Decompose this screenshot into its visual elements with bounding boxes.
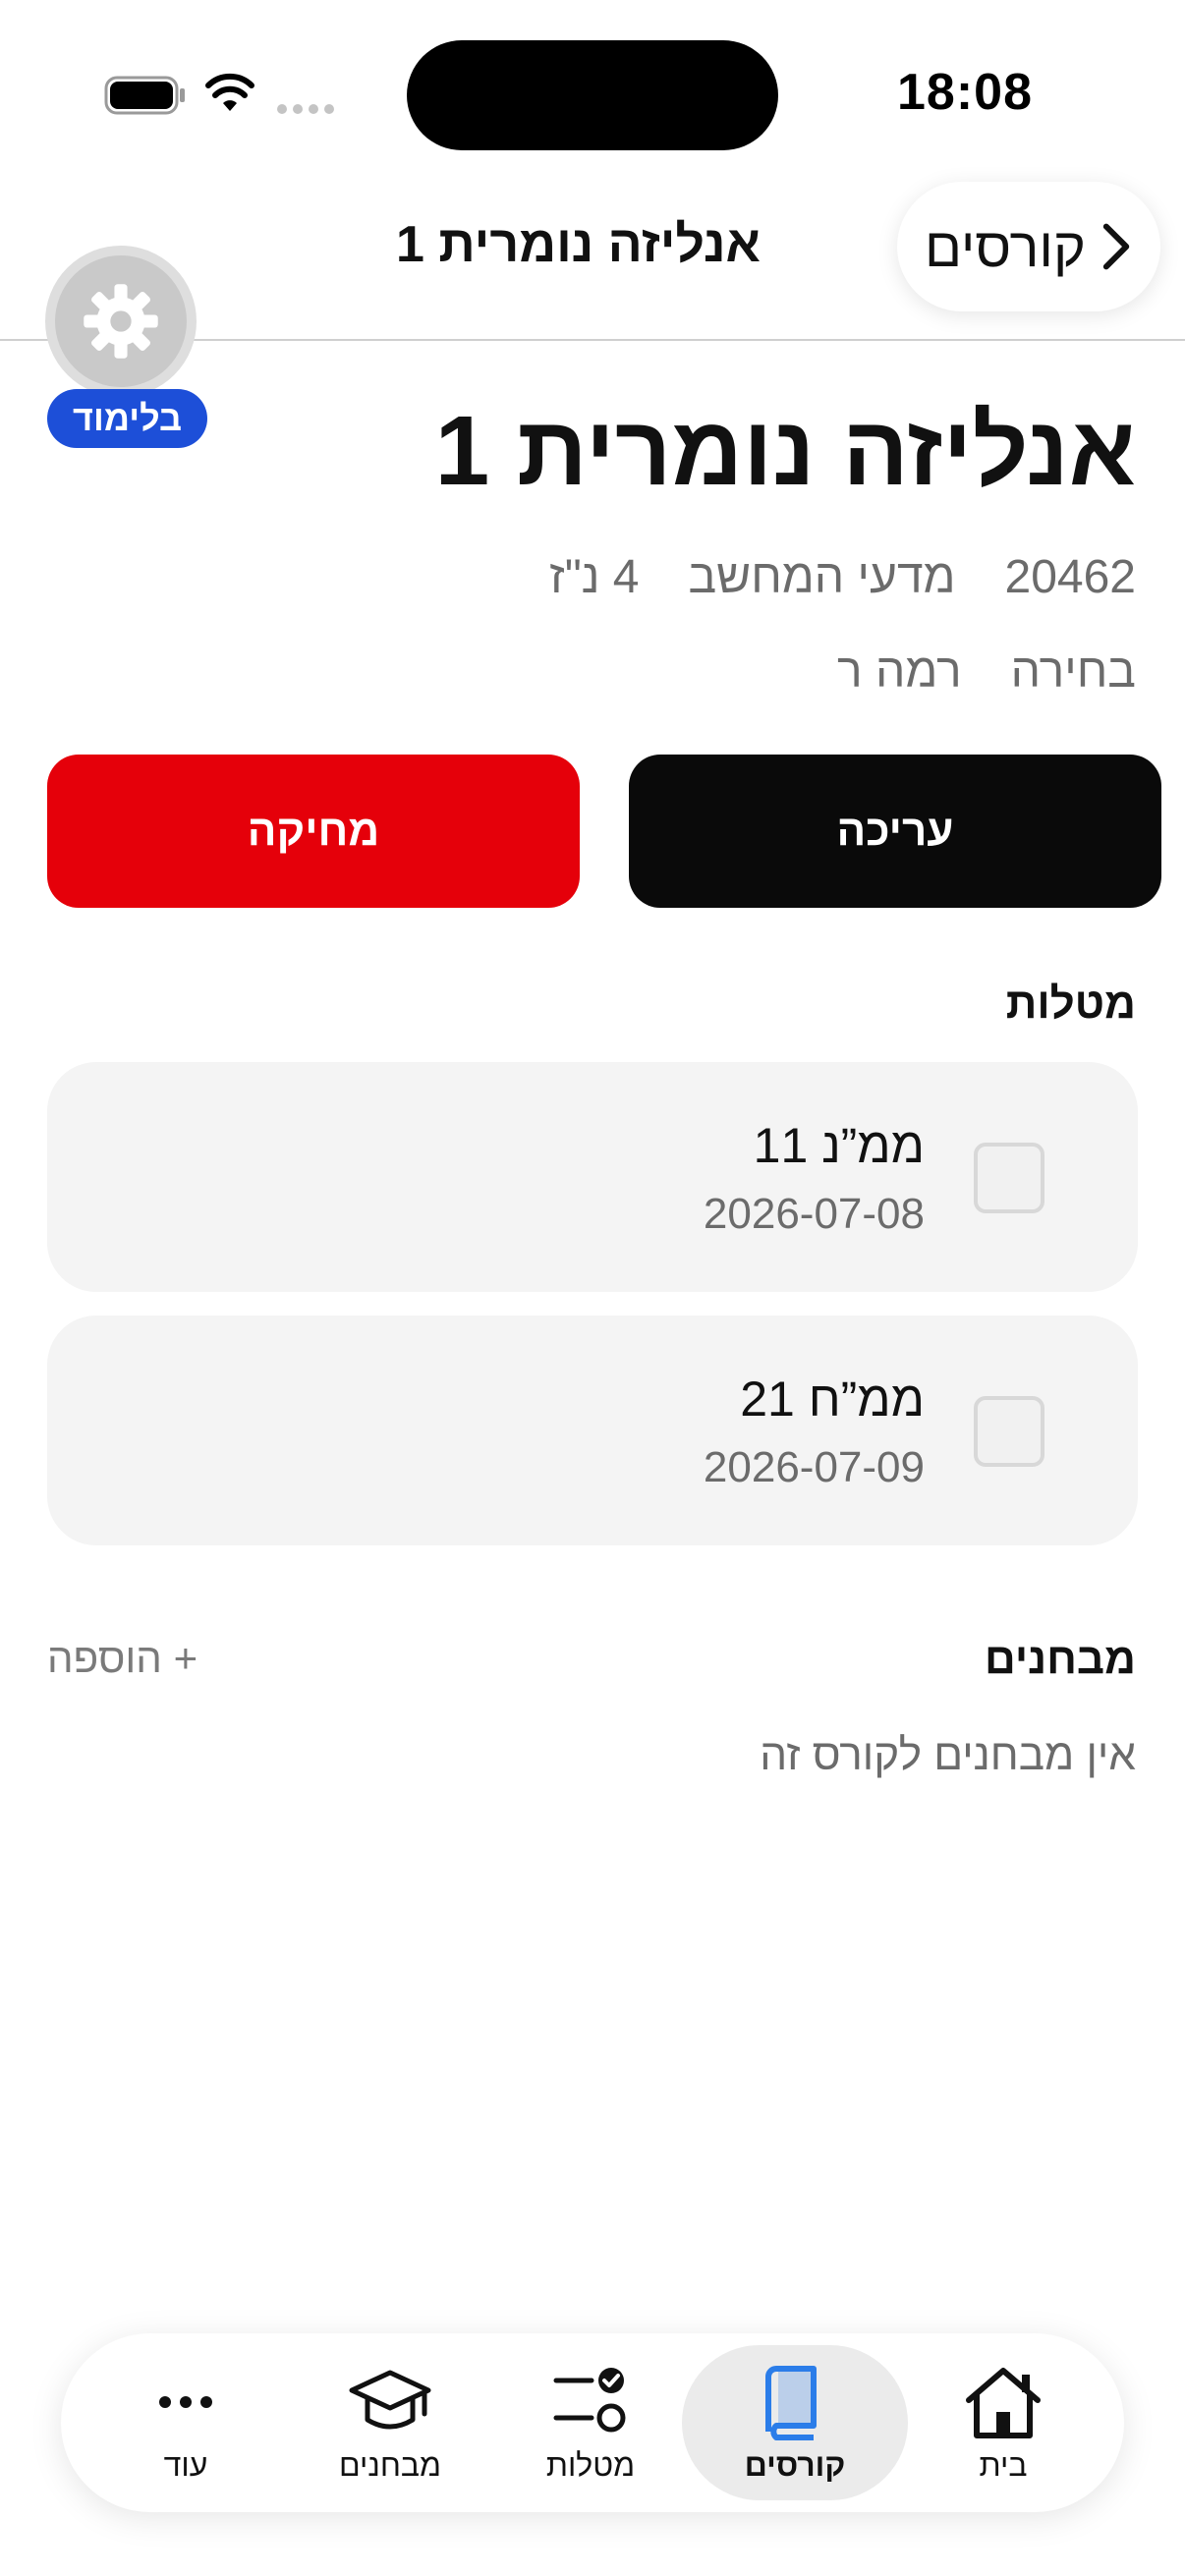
book-icon (765, 2365, 817, 2440)
battery-icon (104, 76, 185, 115)
tab-tasks[interactable]: מטלות (478, 2345, 704, 2500)
delete-button[interactable]: מחיקה (47, 755, 580, 908)
edit-button[interactable]: עריכה (629, 755, 1161, 908)
course-credits: 4 נ"ז (549, 551, 640, 603)
page-title: אנליזה נומרית 1 (434, 396, 1136, 506)
status-bar: 18:08 (0, 0, 1185, 187)
gear-icon (84, 284, 158, 359)
course-meta-row-2: בחירה רמה ר (837, 644, 1136, 699)
settings-button[interactable] (45, 246, 197, 397)
home-icon (966, 2367, 1041, 2438)
task-date: 2026-07-08 (703, 1190, 925, 1238)
tasks-section-title: מטלות (1005, 980, 1136, 1028)
exams-section-title: מבחנים (985, 1635, 1136, 1683)
exams-empty-message: אין מבחנים לקורס זה (760, 1731, 1136, 1779)
graduation-cap-icon (349, 2370, 431, 2429)
task-name: ממ”ח 21 (740, 1372, 925, 1427)
task-card[interactable]: ממ”ח 21 2026-07-09 (47, 1316, 1138, 1545)
status-time: 18:08 (897, 64, 1033, 121)
tab-home[interactable]: בית (890, 2345, 1116, 2500)
cellular-signal-icon (277, 104, 334, 114)
tab-label: קורסים (744, 2446, 846, 2483)
task-name: ממ”נ 11 (753, 1118, 925, 1173)
task-checkbox[interactable] (974, 1143, 1044, 1213)
course-level: רמה ר (837, 645, 962, 698)
task-card[interactable]: ממ”נ 11 2026-07-08 (47, 1062, 1138, 1292)
task-checkbox[interactable] (974, 1396, 1044, 1467)
add-exam-button[interactable]: + הוספה (47, 1635, 198, 1682)
nav-title: אנליזה נומרית 1 (396, 216, 761, 273)
course-type: בחירה (1010, 645, 1136, 698)
course-number: 20462 (1004, 551, 1136, 603)
tab-label: עוד (163, 2446, 208, 2483)
tab-label: מבחנים (338, 2446, 441, 2483)
more-icon (159, 2395, 212, 2408)
tasks-icon (553, 2367, 626, 2432)
tab-exams[interactable]: מבחנים (277, 2345, 503, 2500)
status-badge: בלימוד (47, 389, 208, 448)
tab-courses[interactable]: קורסים (682, 2345, 908, 2500)
chevron-right-icon (1102, 223, 1130, 270)
tab-bar: בית קורסים מטלות מבחנים עוד (61, 2333, 1124, 2512)
course-department: מדעי המחשב (688, 551, 956, 603)
course-meta-row: 20462 מדעי המחשב 4 נ"ז (549, 550, 1136, 604)
back-button-label: קורסים (925, 215, 1086, 278)
tab-label: מטלות (545, 2446, 636, 2483)
task-date: 2026-07-09 (703, 1443, 925, 1491)
tab-label: בית (979, 2446, 1028, 2483)
tab-more[interactable]: עוד (73, 2345, 299, 2500)
dynamic-island (407, 40, 778, 150)
back-button[interactable]: קורסים (897, 182, 1160, 311)
wifi-icon (205, 73, 254, 111)
